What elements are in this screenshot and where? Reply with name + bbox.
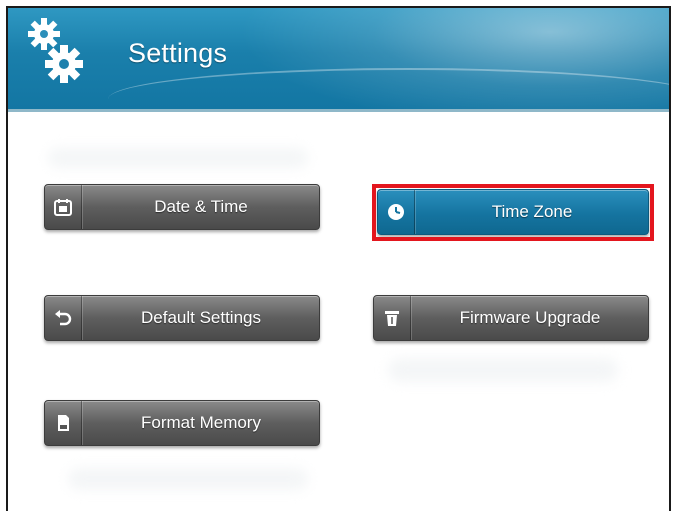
background-smudge xyxy=(48,148,308,168)
undo-icon xyxy=(45,296,82,340)
default-settings-button[interactable]: Default Settings xyxy=(44,295,320,341)
page-title: Settings xyxy=(128,38,228,68)
format-memory-button[interactable]: Format Memory xyxy=(44,400,320,446)
trash-icon xyxy=(374,296,411,340)
sd-card-icon xyxy=(45,401,82,445)
default-settings-label: Default Settings xyxy=(140,308,261,327)
format-memory-label: Format Memory xyxy=(141,413,261,432)
settings-window: Settings Date & Time Time Zone Default S… xyxy=(6,6,671,511)
selection-highlight xyxy=(372,184,654,241)
background-smudge xyxy=(388,358,618,382)
gears-icon xyxy=(28,18,83,83)
date-time-button[interactable]: Date & Time xyxy=(44,184,320,230)
date-time-label: Date & Time xyxy=(154,197,248,216)
background-smudge xyxy=(68,468,308,490)
header-bar: Settings xyxy=(8,8,669,112)
firmware-upgrade-button[interactable]: Firmware Upgrade xyxy=(373,295,649,341)
calendar-icon xyxy=(45,185,82,229)
header-wave xyxy=(108,68,669,109)
firmware-upgrade-label: Firmware Upgrade xyxy=(459,308,601,327)
